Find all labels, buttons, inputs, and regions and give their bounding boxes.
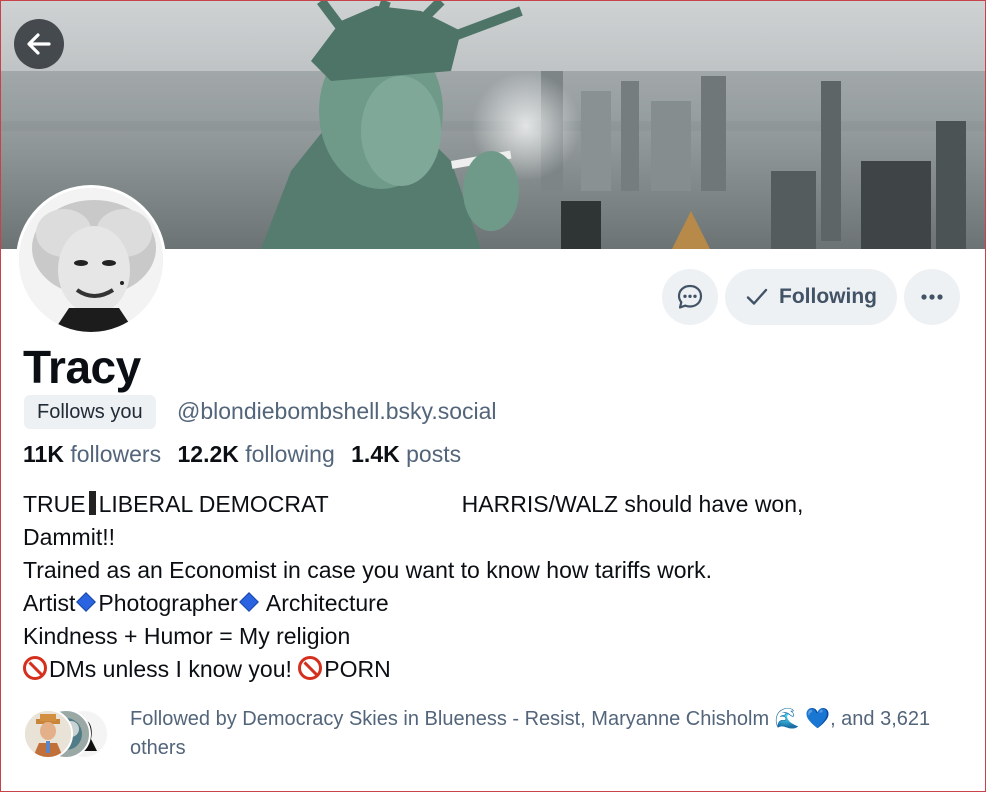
banner-statue xyxy=(261,1,523,249)
profile-bio: TRUE LIBERAL DEMOCRAT HARRIS/WALZ should h… xyxy=(23,488,923,686)
banner-city-skyline xyxy=(541,71,966,249)
following-button-label: Following xyxy=(779,285,877,308)
followers-stat[interactable]: 11K followers xyxy=(23,441,161,467)
bio-line-5: DMs unless I know you! PORN xyxy=(23,653,923,686)
profile-stats: 11K followers 12.2K following 1.4K posts xyxy=(23,441,471,468)
arrow-left-icon xyxy=(27,33,51,55)
following-button[interactable]: Following xyxy=(725,269,897,325)
no-entry-icon xyxy=(23,656,47,680)
blue-diamond-icon xyxy=(238,592,259,612)
bio-line-3: Artist Photographer Architecture xyxy=(23,590,389,616)
display-name: Tracy xyxy=(23,341,141,393)
bio-line-1-wrap: Dammit!! xyxy=(23,524,115,550)
flag-icon xyxy=(88,491,96,515)
ellipsis-icon xyxy=(921,294,943,300)
profile-handle: @blondiebombshell.bsky.social xyxy=(177,398,497,424)
followed-by-text[interactable]: Followed by Democracy Skies in Blueness … xyxy=(130,705,960,763)
followers-count: 11K xyxy=(23,441,64,467)
avatar-image xyxy=(19,188,163,332)
following-label: following xyxy=(245,441,335,467)
avatar xyxy=(23,709,73,759)
posts-count: 1.4K xyxy=(351,441,400,467)
check-icon xyxy=(746,288,768,305)
posts-stat: 1.4K posts xyxy=(351,441,461,467)
known-followers-avatars[interactable] xyxy=(23,709,113,759)
more-options-button[interactable] xyxy=(904,269,960,325)
blue-heart-icon: 💙 xyxy=(805,708,831,730)
back-button[interactable] xyxy=(14,19,64,69)
profile-avatar[interactable] xyxy=(16,185,166,335)
bio-line-2: Trained as an Economist in case you want… xyxy=(23,557,713,583)
following-count: 12.2K xyxy=(177,441,239,467)
followers-label: followers xyxy=(70,441,162,467)
posts-label: posts xyxy=(406,441,462,467)
no-entry-icon xyxy=(298,656,323,680)
blue-diamond-icon xyxy=(76,592,97,612)
bio-line-4: Kindness + Humor = My religion xyxy=(23,623,351,649)
follows-you-badge: Follows you xyxy=(24,395,156,429)
chat-bubble-icon xyxy=(677,284,703,309)
message-button[interactable] xyxy=(662,269,718,325)
bio-line-1: TRUE LIBERAL DEMOCRAT HARRIS/WALZ should h… xyxy=(23,491,804,517)
following-stat[interactable]: 12.2K following xyxy=(177,441,334,467)
